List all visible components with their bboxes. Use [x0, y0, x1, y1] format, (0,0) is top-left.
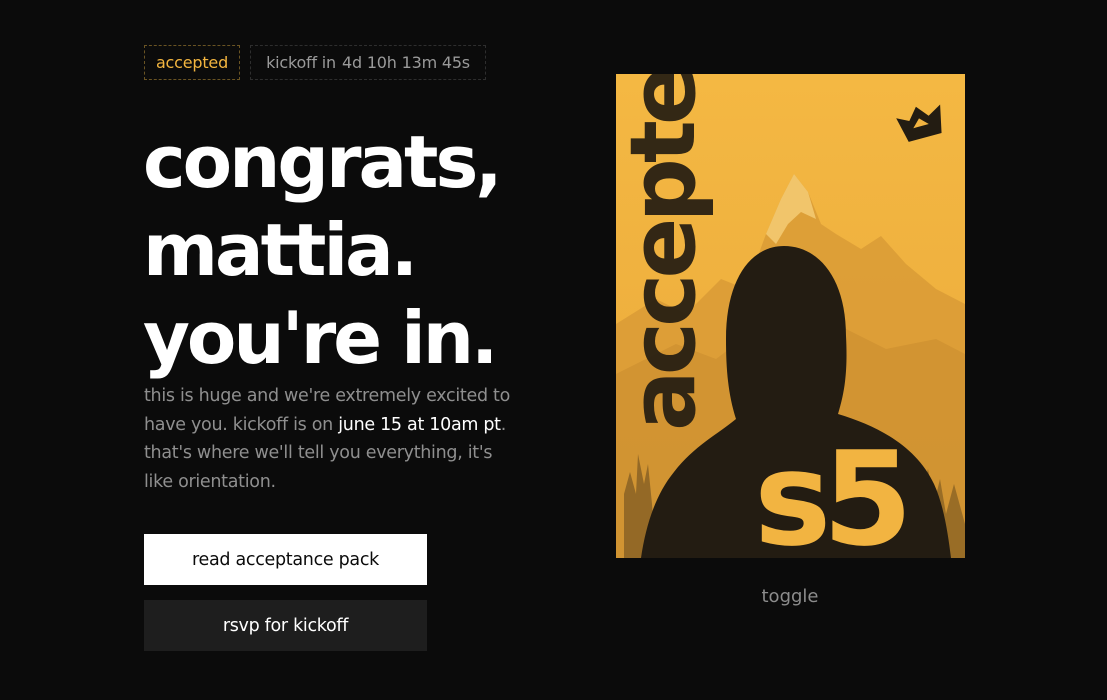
- headline: congrats, mattia. you're in.: [143, 118, 563, 382]
- status-badge: accepted: [144, 45, 240, 80]
- headline-line-3: you're in.: [143, 296, 498, 380]
- acceptance-page: accepted kickoff in 4d 10h 13m 45s congr…: [0, 0, 1107, 700]
- toggle-button[interactable]: toggle: [740, 586, 840, 607]
- poster-season-text: s5: [754, 423, 904, 558]
- status-badge-label: accepted: [155, 53, 229, 72]
- headline-line-1: congrats,: [143, 120, 503, 204]
- welcome-message: this is huge and we're extremely excited…: [144, 382, 524, 496]
- headline-line-2: mattia.: [143, 208, 418, 292]
- acceptance-poster: accepted s5: [616, 74, 965, 558]
- countdown-time: 4d 10h 13m 45s: [342, 53, 470, 72]
- countdown-label: kickoff in: [266, 53, 336, 72]
- countdown-badge: kickoff in 4d 10h 13m 45s: [250, 45, 486, 80]
- read-acceptance-pack-button[interactable]: read acceptance pack: [144, 534, 427, 585]
- kickoff-date: june 15 at 10am pt: [338, 414, 501, 435]
- poster-artwork: accepted s5: [616, 74, 965, 558]
- poster-vertical-text: accepted: [616, 74, 716, 431]
- rsvp-kickoff-button[interactable]: rsvp for kickoff: [144, 600, 427, 651]
